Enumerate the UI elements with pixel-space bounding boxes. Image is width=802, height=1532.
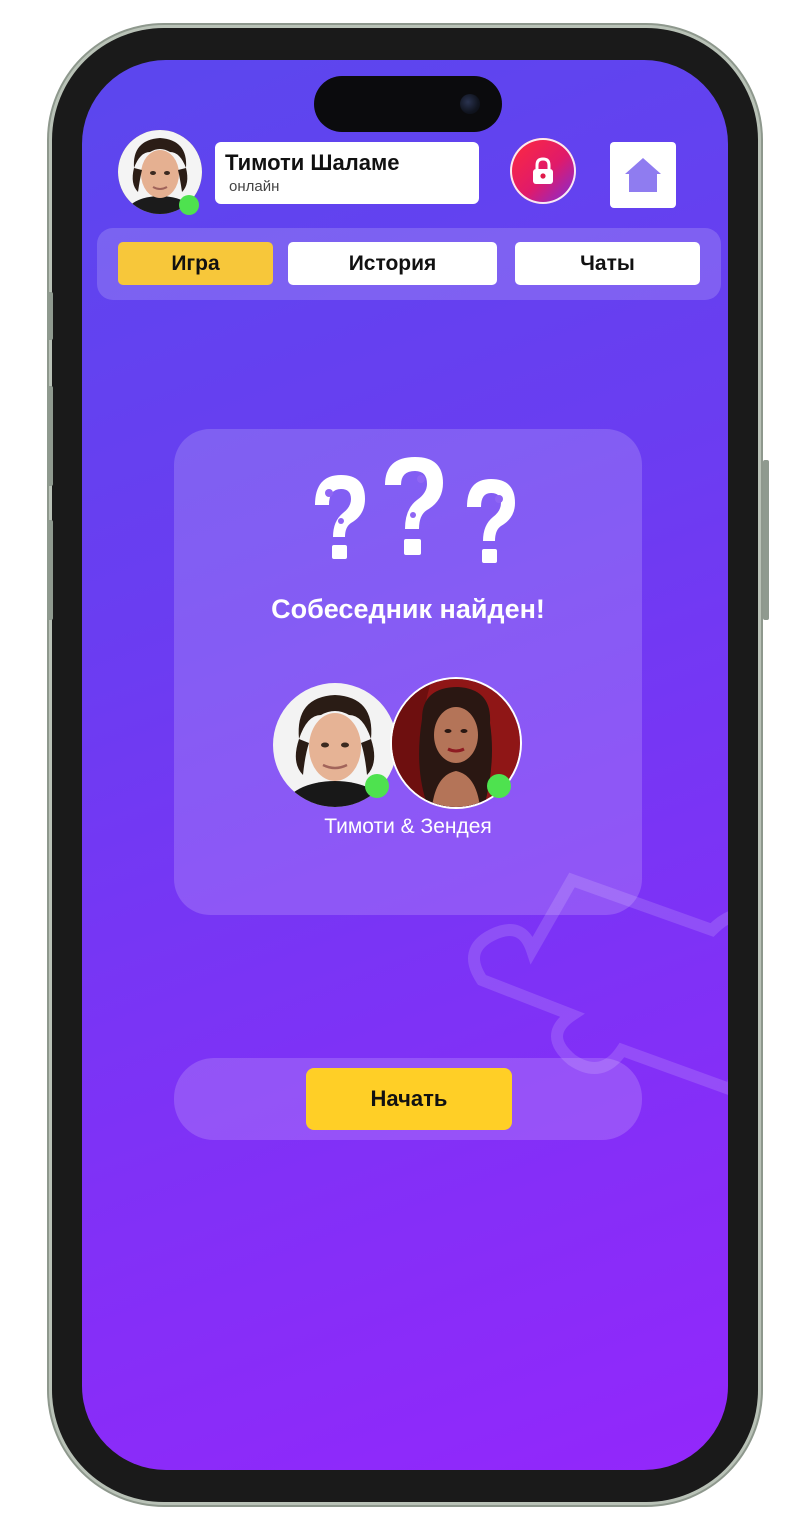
camera-icon bbox=[460, 94, 480, 114]
start-bar: Начать bbox=[174, 1058, 642, 1140]
user-status: онлайн bbox=[229, 178, 280, 195]
dynamic-island bbox=[314, 76, 502, 132]
online-indicator bbox=[365, 774, 389, 798]
action-button bbox=[47, 292, 53, 340]
puzzle-question-mark-icon bbox=[315, 457, 515, 563]
tab-history[interactable]: История bbox=[288, 242, 497, 285]
user-name: Тимоти Шаламе bbox=[225, 150, 400, 175]
tab-bar: Игра История Чаты bbox=[97, 228, 721, 300]
user-info-box: Тимоти Шаламе онлайн bbox=[215, 142, 479, 204]
online-indicator bbox=[179, 195, 199, 215]
home-button[interactable] bbox=[610, 142, 676, 208]
lock-icon bbox=[533, 157, 553, 184]
volume-down-button bbox=[47, 520, 53, 620]
start-button[interactable]: Начать bbox=[306, 1068, 512, 1130]
match-card: Собеседник найден! Тимоти & Зендея bbox=[174, 429, 642, 915]
tab-game[interactable]: Игра bbox=[118, 242, 273, 285]
match-found-title: Собеседник найден! bbox=[271, 594, 545, 624]
home-icon bbox=[625, 158, 661, 192]
pair-names: Тимоти & Зендея bbox=[324, 815, 492, 838]
tab-chats[interactable]: Чаты bbox=[515, 242, 700, 285]
app-screen: Тимоти Шаламе онлайн Игра История Чаты С… bbox=[82, 60, 728, 1470]
lock-button[interactable] bbox=[510, 138, 576, 204]
online-indicator bbox=[487, 774, 511, 798]
power-button bbox=[763, 460, 769, 620]
volume-up-button bbox=[47, 386, 53, 486]
